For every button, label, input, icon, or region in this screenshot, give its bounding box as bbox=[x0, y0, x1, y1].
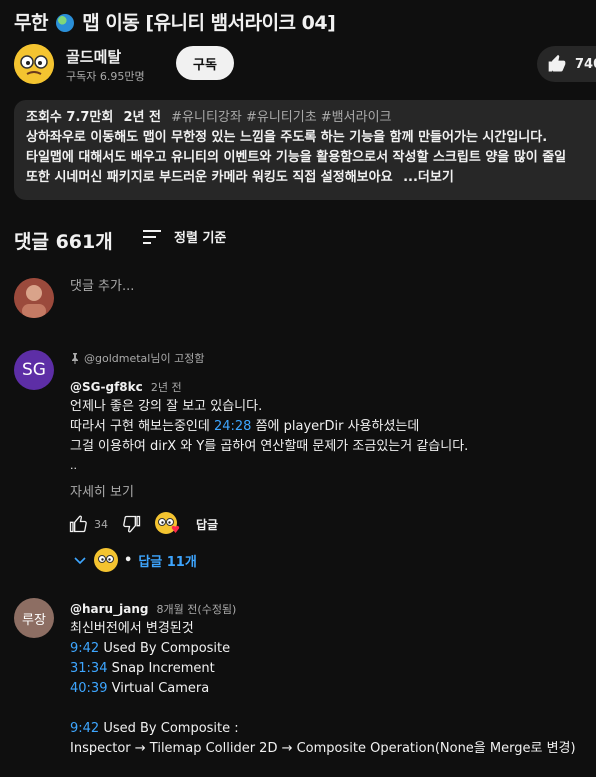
like-button[interactable]: 740 bbox=[537, 46, 596, 82]
timestamp-link[interactable]: 9:42 bbox=[70, 721, 99, 736]
comment-time[interactable]: 8개월 전(수정됨) bbox=[157, 603, 237, 616]
show-more-button[interactable]: ...더보기 bbox=[403, 170, 454, 185]
comment-line: 9:42 Used By Composite bbox=[70, 639, 576, 659]
commenter-avatar[interactable]: 루장 bbox=[14, 598, 54, 638]
comment-text: Snap Increment bbox=[107, 661, 215, 676]
creator-heart-icon bbox=[155, 512, 180, 534]
comment-text: Used By Composite bbox=[99, 641, 231, 656]
title-part-1: 무한 bbox=[14, 12, 48, 34]
hashtags[interactable]: #유니티강좌 #유니티기초 #뱀서라이크 bbox=[171, 110, 391, 125]
title-part-2: 맵 이동 [유니티 뱀서라이크 04] bbox=[82, 12, 336, 34]
bullet-separator: • bbox=[124, 552, 133, 568]
comment-dislike-button[interactable] bbox=[122, 514, 142, 534]
description-box[interactable]: 조회수 7.7만회 2년 전 #유니티강좌 #유니티기초 #뱀서라이크 상하좌우… bbox=[14, 100, 596, 200]
sort-label: 정렬 기준 bbox=[174, 231, 227, 246]
view-count: 조회수 7.7만회 bbox=[26, 110, 114, 125]
chevron-down-icon bbox=[74, 557, 86, 565]
comment-line: 9:42 Used By Composite : bbox=[70, 719, 576, 739]
timestamp-link[interactable]: 24:28 bbox=[214, 419, 251, 434]
thumbs-up-outline-icon bbox=[69, 515, 87, 533]
timestamp-link[interactable]: 31:34 bbox=[70, 661, 107, 676]
view-replies-button[interactable]: • 답글 11개 bbox=[72, 548, 197, 572]
description-line-1: 상하좌우로 이동해도 맵이 무한정 있는 느낌을 주도록 하는 기능을 함께 만… bbox=[26, 130, 548, 145]
pinned-label: @goldmetal님이 고정함 bbox=[70, 350, 204, 366]
channel-name[interactable]: 골드메탈 bbox=[66, 46, 121, 67]
comment-like-count: 34 bbox=[94, 517, 108, 531]
channel-avatar-face-icon bbox=[14, 44, 54, 84]
comment-text: 따라서 구현 해보는중인데 bbox=[70, 419, 214, 434]
creator-heart-badge bbox=[154, 511, 182, 537]
add-comment-input[interactable]: 댓글 추가... bbox=[70, 277, 580, 304]
timestamp-link[interactable]: 9:42 bbox=[70, 641, 99, 656]
comment-actions: 34 답글 bbox=[68, 512, 218, 536]
replies-count: 답글 11개 bbox=[138, 554, 197, 570]
comment-count: 댓글 661개 bbox=[14, 231, 113, 253]
read-more-button[interactable]: 자세히 보기 bbox=[70, 481, 134, 500]
pin-icon bbox=[72, 353, 78, 364]
comment-line: 따라서 구현 해보는중인데 24:28 쯤에 playerDir 사용하셨는데 bbox=[70, 417, 468, 437]
timestamp-link[interactable]: 40:39 bbox=[70, 681, 107, 696]
video-title: 무한 맵 이동 [유니티 뱀서라이크 04] bbox=[14, 8, 336, 35]
sort-button[interactable]: 정렬 기준 bbox=[142, 227, 226, 246]
comment-text: 쯤에 playerDir 사용하셨는데 bbox=[251, 419, 420, 434]
channel-avatar[interactable] bbox=[14, 44, 54, 84]
creator-avatar-icon bbox=[94, 548, 118, 572]
thumbs-up-icon bbox=[548, 54, 566, 72]
comment-ellipsis: .. bbox=[70, 459, 77, 472]
comment-header: @haru_jang 8개월 전(수정됨) bbox=[70, 598, 236, 617]
comment-line: Inspector → Tilemap Collider 2D → Compos… bbox=[70, 741, 576, 756]
commenter-avatar[interactable]: SG bbox=[14, 350, 54, 390]
thumbs-down-outline-icon bbox=[123, 515, 141, 533]
comment-time[interactable]: 2년 전 bbox=[151, 381, 182, 394]
reply-button[interactable]: 답글 bbox=[196, 516, 218, 533]
like-count: 740 bbox=[575, 56, 596, 72]
description-meta: 조회수 7.7만회 2년 전 #유니티강좌 #유니티기초 #뱀서라이크 bbox=[26, 108, 596, 128]
sort-icon bbox=[143, 229, 161, 244]
comment-header: @SG-gf8kc 2년 전 bbox=[70, 376, 182, 395]
comment-body: 언제나 좋은 강의 잘 보고 있습니다. 따라서 구현 해보는중인데 24:28… bbox=[70, 397, 468, 475]
globe-emoji-icon bbox=[56, 14, 75, 32]
subscribe-button[interactable]: 구독 bbox=[176, 46, 234, 80]
comment-author[interactable]: @haru_jang bbox=[70, 602, 148, 616]
pinned-text: @goldmetal님이 고정함 bbox=[84, 352, 205, 365]
upload-age: 2년 전 bbox=[123, 110, 162, 125]
comment-author[interactable]: @SG-gf8kc bbox=[70, 380, 143, 394]
comment-line: 31:34 Snap Increment bbox=[70, 659, 576, 679]
comment-line: 40:39 Virtual Camera bbox=[70, 679, 576, 699]
description-line-2: 타일맵에 대해서도 배우고 유니티의 이벤트와 기능을 활용함으로서 작성할 스… bbox=[26, 150, 567, 165]
description-line-3-text: 또한 시네머신 패키지로 부드러운 카메라 워킹도 직접 설정해보아요 bbox=[26, 170, 393, 185]
description-line-3: 또한 시네머신 패키지로 부드러운 카메라 워킹도 직접 설정해보아요 ...더… bbox=[26, 168, 596, 188]
user-avatar-image bbox=[14, 278, 54, 318]
comment-like-button[interactable] bbox=[68, 514, 88, 534]
comment-line: 언제나 좋은 강의 잘 보고 있습니다. bbox=[70, 399, 263, 414]
comment-line: 최신버전에서 변경된것 bbox=[70, 621, 194, 636]
comment-body: 최신버전에서 변경된것 9:42 Used By Composite 31:34… bbox=[70, 619, 576, 759]
comment-text: Used By Composite : bbox=[99, 721, 239, 736]
subscriber-count: 구독자 6.95만명 bbox=[66, 70, 145, 83]
user-avatar bbox=[14, 278, 54, 318]
comment-line: 그걸 이용하여 dirX 와 Y를 곱하여 연산할때 문제가 조금있는거 같습니… bbox=[70, 439, 469, 454]
comment-text: Virtual Camera bbox=[107, 681, 210, 696]
